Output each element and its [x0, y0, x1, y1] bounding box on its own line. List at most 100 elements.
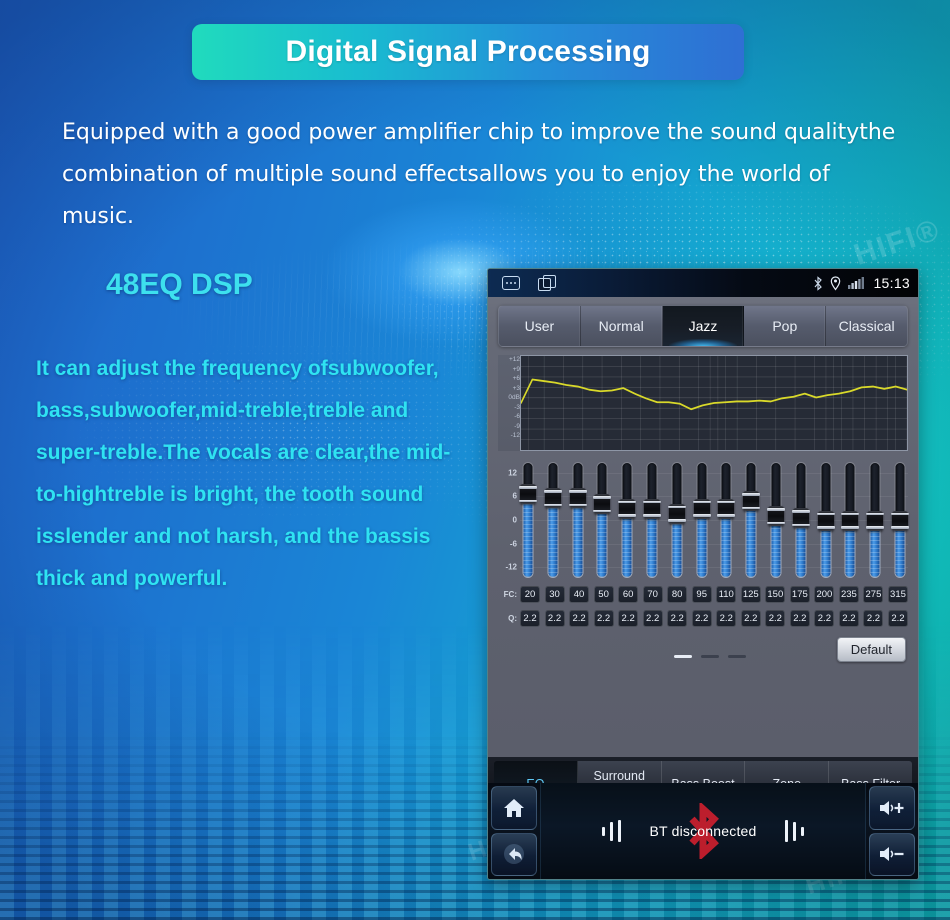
slider-knob[interactable]	[791, 508, 810, 529]
page-dot[interactable]	[674, 655, 692, 658]
back-button[interactable]	[491, 832, 537, 876]
slider-knob[interactable]	[642, 498, 661, 519]
q-value-cell[interactable]: 2.2	[618, 610, 639, 627]
eq-band-slider[interactable]	[667, 461, 686, 579]
slider-axis-label: 12	[508, 468, 517, 478]
slider-knob[interactable]	[717, 498, 736, 519]
slider-knob[interactable]	[568, 488, 587, 509]
q-value-cell[interactable]: 2.2	[642, 610, 663, 627]
page-dot[interactable]	[701, 655, 719, 658]
q-value-cell[interactable]: 2.2	[569, 610, 590, 627]
slider-axis-label: -12	[505, 562, 517, 572]
eq-band-slider[interactable]	[890, 461, 909, 579]
eq-band-slider[interactable]	[519, 461, 537, 579]
q-value-cell[interactable]: 2.2	[544, 610, 565, 627]
slider-fill	[523, 494, 533, 577]
eq-band-slider[interactable]	[816, 461, 835, 579]
fc-value-cell[interactable]: 80	[667, 586, 688, 603]
volume-down-button[interactable]	[869, 832, 915, 876]
home-button[interactable]	[491, 786, 537, 830]
fc-value-cell[interactable]: 20	[520, 586, 540, 603]
fc-value-cell[interactable]: 60	[618, 586, 639, 603]
slider-knob[interactable]	[841, 510, 860, 531]
location-pin-icon	[831, 275, 841, 290]
fc-value-cell[interactable]: 70	[642, 586, 663, 603]
graph-y-label: -6	[514, 413, 520, 420]
slider-knob[interactable]	[667, 503, 686, 524]
recent-apps-icon[interactable]	[538, 275, 556, 291]
eq-band-slider[interactable]	[543, 461, 562, 579]
slider-knob[interactable]	[593, 494, 612, 515]
graph-y-label: 0dB	[508, 394, 520, 401]
eq-band-slider[interactable]	[766, 461, 785, 579]
eq-band-slider[interactable]	[742, 461, 761, 579]
q-value-cell[interactable]: 2.2	[838, 610, 859, 627]
slider-knob[interactable]	[866, 510, 885, 531]
slider-knob[interactable]	[890, 510, 909, 531]
slider-knob[interactable]	[742, 491, 761, 512]
preset-tab-classical[interactable]: Classical	[826, 306, 907, 346]
fc-value-cell[interactable]: 175	[789, 586, 810, 603]
intro-paragraph: Equipped with a good power amplifier chi…	[62, 120, 896, 229]
preset-tab-label: Normal	[598, 318, 644, 334]
preset-tab-label: User	[524, 318, 555, 334]
q-row-label: Q:	[508, 614, 517, 623]
eq-band-slider[interactable]	[692, 461, 711, 579]
q-value-cell[interactable]: 2.2	[814, 610, 835, 627]
page-dot[interactable]	[728, 655, 746, 658]
fc-value-cell[interactable]: 235	[838, 586, 859, 603]
slider-knob[interactable]	[519, 484, 537, 505]
graph-y-label: +3	[512, 384, 520, 392]
q-value-cell[interactable]: 2.2	[887, 610, 908, 627]
eq-band-slider[interactable]	[866, 461, 885, 579]
eq-band-slider[interactable]	[791, 461, 810, 579]
slider-knob[interactable]	[543, 488, 562, 509]
preset-tab-jazz[interactable]: Jazz	[662, 306, 745, 346]
q-value-cell[interactable]: 2.2	[716, 610, 737, 627]
signal-bars-icon	[848, 277, 865, 289]
equalizer-sliders	[519, 461, 909, 579]
q-value-cell[interactable]: 2.2	[863, 610, 884, 627]
slider-knob[interactable]	[692, 498, 711, 519]
eq-visualizer-right	[784, 820, 804, 842]
preset-tab-user[interactable]: User	[499, 306, 581, 346]
fc-value-cell[interactable]: 40	[569, 586, 590, 603]
fc-row-label: FC:	[503, 590, 517, 599]
q-row: Q: 2.2 2.2 2.2 2.2 2.2 2.2 2.2 2.2 2.2 2.2 2.2 2.2 2…	[498, 610, 908, 627]
fc-value-cell[interactable]: 150	[765, 586, 786, 603]
q-value-cell[interactable]: 2.2	[667, 610, 688, 627]
fc-value-cell[interactable]: 50	[593, 586, 614, 603]
fc-value-cell[interactable]: 315	[887, 586, 908, 603]
fc-value-cell[interactable]: 110	[716, 586, 737, 603]
volume-up-button[interactable]	[869, 786, 915, 830]
q-value-cells: 2.2 2.2 2.2 2.2 2.2 2.2 2.2 2.2 2.2 2.2 2.2 2.2 2.2 2…	[520, 610, 908, 627]
preset-tab-normal[interactable]: Normal	[580, 306, 663, 346]
eq-band-slider[interactable]	[618, 461, 637, 579]
preset-tab-label: Pop	[772, 318, 798, 334]
q-value-cell[interactable]: 2.2	[789, 610, 810, 627]
eq-band-slider[interactable]	[642, 461, 661, 579]
eq-band-slider[interactable]	[841, 461, 860, 579]
eq-band-slider[interactable]	[568, 461, 587, 579]
fc-value-cell[interactable]: 125	[740, 586, 761, 603]
graph-y-label: -3	[514, 403, 520, 411]
slider-knob[interactable]	[816, 510, 835, 531]
eq-band-slider[interactable]	[593, 461, 612, 579]
menu-dots-icon[interactable]	[502, 276, 520, 290]
page-title: Digital Signal Processing	[285, 35, 651, 68]
slider-knob[interactable]	[618, 498, 637, 519]
q-value-cell[interactable]: 2.2	[520, 610, 540, 627]
graph-y-label: -12	[510, 432, 520, 439]
fc-value-cell[interactable]: 95	[691, 586, 712, 603]
eq-band-slider[interactable]	[717, 461, 736, 579]
q-value-cell[interactable]: 2.2	[740, 610, 761, 627]
preset-tab-pop[interactable]: Pop	[744, 306, 827, 346]
q-value-cell[interactable]: 2.2	[765, 610, 786, 627]
fc-value-cell[interactable]: 200	[814, 586, 835, 603]
q-value-cell[interactable]: 2.2	[691, 610, 712, 627]
fc-value-cell[interactable]: 30	[544, 586, 565, 603]
q-value-cell[interactable]: 2.2	[593, 610, 614, 627]
default-button[interactable]: Default	[836, 637, 906, 662]
fc-value-cell[interactable]: 275	[863, 586, 884, 603]
slider-knob[interactable]	[766, 506, 785, 527]
